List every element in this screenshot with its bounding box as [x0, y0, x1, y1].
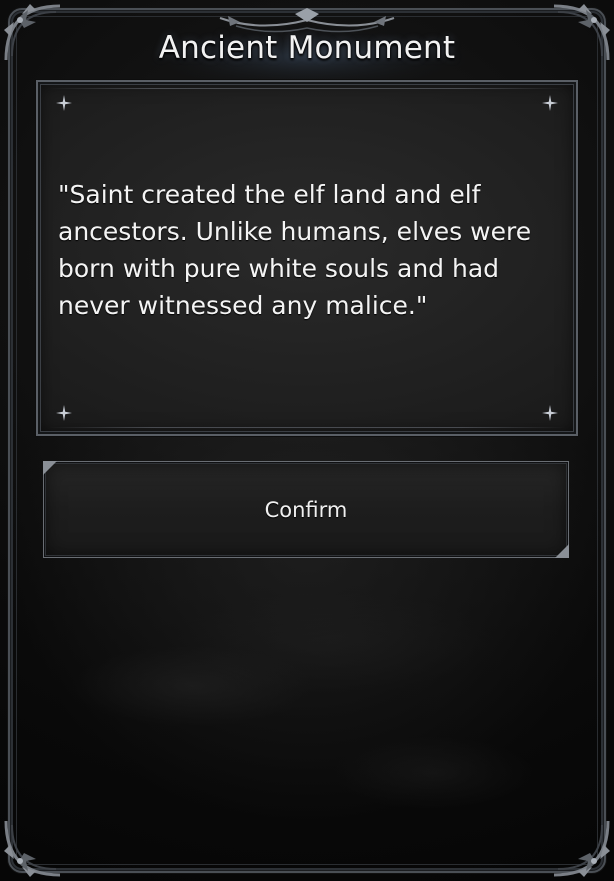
confirm-button-label: Confirm — [264, 497, 348, 522]
sparkle-star-icon — [542, 95, 558, 111]
panel-divider — [48, 88, 566, 89]
dialog-title: Ancient Monument — [158, 30, 456, 66]
sparkle-star-icon — [56, 405, 72, 421]
sparkle-star-icon — [542, 405, 558, 421]
button-corner-notch-icon — [555, 544, 569, 558]
ornate-corner-icon — [4, 820, 61, 877]
ornate-corner-icon — [553, 820, 610, 877]
monument-inscription-text: "Saint created the elf land and elf ance… — [58, 180, 532, 320]
panel-divider — [48, 427, 566, 428]
sparkle-star-icon — [56, 95, 72, 111]
text-panel: "Saint created the elf land and elf ance… — [36, 80, 578, 436]
button-corner-notch-icon — [43, 461, 57, 475]
confirm-button[interactable]: Confirm — [43, 461, 569, 558]
monument-dialog: Ancient Monument "Saint created the elf … — [0, 0, 614, 881]
